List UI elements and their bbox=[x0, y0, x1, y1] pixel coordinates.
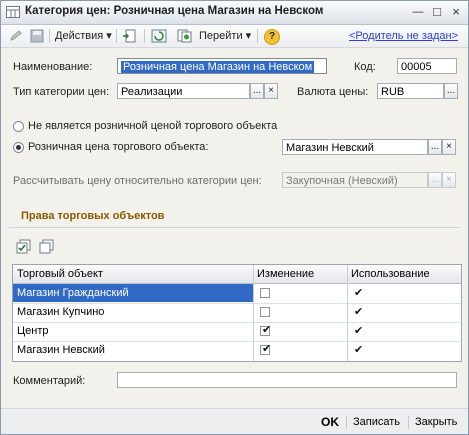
window-title: Категория цен: Розничная цена Магазин на… bbox=[25, 5, 324, 17]
retail-object-select-button[interactable]: ... bbox=[428, 139, 442, 155]
row-object-name: Магазин Гражданский bbox=[13, 284, 253, 302]
comment-input[interactable] bbox=[117, 372, 457, 388]
table-row[interactable]: Магазин Невский ✔ ✔ bbox=[13, 341, 461, 360]
column-header-object[interactable]: Торговый объект bbox=[13, 265, 253, 283]
save-disk-icon[interactable] bbox=[30, 29, 44, 43]
retail-object-clear-button[interactable]: × bbox=[442, 139, 456, 155]
close-window-icon[interactable]: × bbox=[449, 5, 463, 19]
row-object-name: Магазин Купчино bbox=[17, 306, 105, 318]
maximize-icon[interactable]: □ bbox=[430, 5, 444, 19]
edit-pencil-icon[interactable] bbox=[9, 30, 23, 42]
uncheck-all-icon[interactable] bbox=[39, 239, 55, 254]
use-checkmark[interactable]: ✔ bbox=[354, 286, 363, 299]
section-divider bbox=[9, 227, 460, 228]
parent-link[interactable]: <Родитель не задан> bbox=[349, 28, 458, 44]
actions-menu[interactable]: Действия ▾ bbox=[55, 28, 112, 44]
toolbar-separator bbox=[49, 29, 50, 43]
change-checkbox[interactable] bbox=[260, 288, 270, 298]
radio-retail[interactable] bbox=[13, 142, 24, 153]
change-checkmark: ✔ bbox=[262, 343, 272, 355]
type-input[interactable]: Реализации bbox=[117, 83, 250, 99]
use-checkmark[interactable]: ✔ bbox=[354, 324, 363, 337]
minimize-icon[interactable]: — bbox=[411, 5, 425, 19]
column-header-use[interactable]: Использование bbox=[347, 265, 461, 283]
table-header: Торговый объект Изменение Использование bbox=[13, 265, 461, 284]
use-checkmark[interactable]: ✔ bbox=[354, 343, 363, 356]
currency-label: Валюта цены: bbox=[297, 86, 369, 98]
table-row[interactable]: Центр ✔ ✔ bbox=[13, 322, 461, 342]
table-row[interactable]: Магазин Купчино ✔ bbox=[13, 303, 461, 323]
rights-table: Торговый объект Изменение Использование … bbox=[12, 264, 462, 362]
toolbar: Действия ▾ Перейти ▾ ? <Родитель не зада… bbox=[1, 25, 468, 48]
change-checkbox[interactable]: ✔ bbox=[260, 324, 272, 336]
copy-document-icon[interactable] bbox=[176, 29, 192, 43]
code-input[interactable]: 00005 bbox=[397, 58, 457, 74]
relative-select-button: ... bbox=[428, 172, 442, 188]
type-label: Тип категории цен: bbox=[13, 86, 110, 98]
toolbar-separator bbox=[257, 29, 258, 43]
price-category-window: Категория цен: Розничная цена Магазин на… bbox=[0, 0, 469, 435]
comment-label: Комментарий: bbox=[13, 375, 86, 387]
relative-label: Рассчитывать цену относительно категории… bbox=[13, 175, 262, 187]
table-icon bbox=[6, 6, 20, 18]
name-input[interactable]: Розничная цена Магазин на Невском bbox=[117, 58, 327, 74]
table-row[interactable]: Магазин Гражданский ✔ bbox=[13, 284, 461, 304]
code-label: Код: bbox=[354, 61, 376, 73]
currency-select-button[interactable]: ... bbox=[444, 83, 458, 99]
bottom-bar: OK Записать Закрыть bbox=[1, 408, 468, 434]
rights-section-title: Права торговых объектов bbox=[21, 210, 165, 222]
title-bar: Категория цен: Розничная цена Магазин на… bbox=[1, 1, 468, 25]
row-object-name: Центр bbox=[17, 325, 49, 337]
radio-retail-label: Розничная цена торгового объекта: bbox=[28, 141, 209, 153]
check-all-icon[interactable] bbox=[16, 239, 32, 254]
name-value: Розничная цена Магазин на Невском bbox=[121, 61, 315, 73]
column-divider bbox=[253, 265, 254, 361]
type-select-button[interactable]: ... bbox=[250, 83, 264, 99]
close-button[interactable]: Закрыть bbox=[415, 414, 457, 430]
ok-button[interactable]: OK bbox=[321, 414, 339, 430]
radio-selected-dot bbox=[16, 145, 21, 150]
post-document-icon[interactable] bbox=[122, 29, 138, 43]
change-checkmark: ✔ bbox=[262, 324, 272, 336]
relative-clear-button: × bbox=[442, 172, 456, 188]
type-clear-button[interactable]: × bbox=[264, 83, 278, 99]
save-button[interactable]: Записать bbox=[353, 414, 400, 430]
relative-input: Закупочная (Невский) bbox=[282, 172, 428, 188]
toolbar-separator bbox=[144, 29, 145, 43]
toolbar-separator bbox=[116, 29, 117, 43]
help-icon[interactable]: ? bbox=[264, 29, 280, 45]
goto-label: Перейти bbox=[199, 30, 243, 42]
goto-menu[interactable]: Перейти ▾ bbox=[199, 28, 251, 44]
change-checkbox[interactable]: ✔ bbox=[260, 343, 272, 355]
column-header-change[interactable]: Изменение bbox=[253, 265, 347, 283]
column-divider bbox=[347, 265, 348, 361]
retail-object-input[interactable]: Магазин Невский bbox=[282, 139, 428, 155]
refresh-icon[interactable] bbox=[151, 29, 167, 43]
currency-input[interactable]: RUB bbox=[377, 83, 444, 99]
radio-not-retail-label: Не является розничной ценой торгового об… bbox=[28, 120, 278, 132]
button-separator bbox=[408, 416, 409, 429]
radio-not-retail[interactable] bbox=[13, 121, 24, 132]
actions-label: Действия bbox=[55, 30, 104, 42]
change-checkbox[interactable] bbox=[260, 307, 270, 317]
use-checkmark[interactable]: ✔ bbox=[354, 305, 363, 318]
name-label: Наименование: bbox=[13, 61, 93, 73]
row-object-name: Магазин Невский bbox=[17, 344, 105, 356]
button-separator bbox=[346, 416, 347, 429]
